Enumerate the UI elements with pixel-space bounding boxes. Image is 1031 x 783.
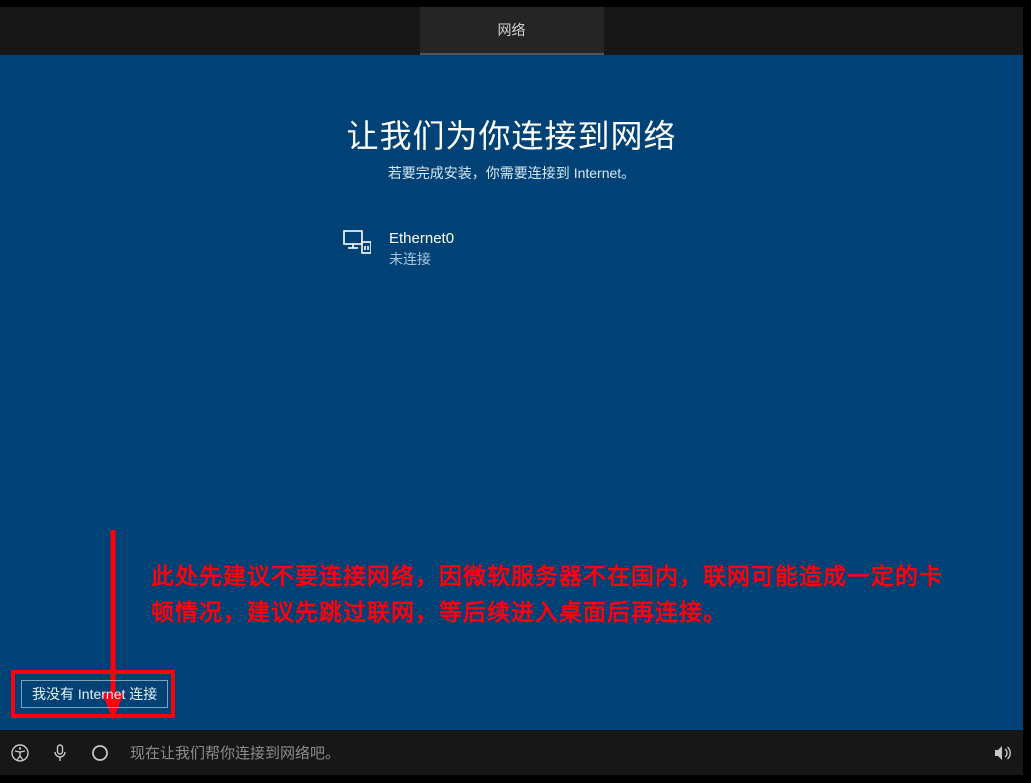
- bottom-bar-right: [983, 730, 1023, 775]
- page-subtitle: 若要完成安装，你需要连接到 Internet。: [0, 163, 1023, 183]
- main-panel: 让我们为你连接到网络 若要完成安装，你需要连接到 Internet。 Ether…: [0, 55, 1023, 730]
- page-title: 让我们为你连接到网络: [0, 111, 1023, 157]
- bottom-bar-text: 现在让我们帮你连接到网络吧。: [130, 742, 340, 763]
- network-item-ethernet0[interactable]: Ethernet0 未连接: [343, 230, 454, 269]
- tab-label: 网络: [498, 20, 526, 40]
- network-item-text: Ethernet0 未连接: [389, 230, 454, 269]
- oobe-screen: 网络 让我们为你连接到网络 若要完成安装，你需要连接到 Internet。 Et…: [0, 0, 1031, 783]
- tab-network[interactable]: 网络: [420, 7, 604, 55]
- bottom-bar: 现在让我们帮你连接到网络吧。: [0, 730, 1023, 775]
- volume-icon[interactable]: [983, 730, 1023, 775]
- network-status: 未连接: [389, 249, 454, 269]
- ethernet-icon: [343, 230, 371, 259]
- skip-internet-button[interactable]: 我没有 Internet 连接: [21, 680, 168, 708]
- microphone-icon[interactable]: [40, 730, 80, 775]
- ease-of-access-icon[interactable]: [0, 730, 40, 775]
- network-name: Ethernet0: [389, 230, 454, 247]
- cortana-icon[interactable]: [80, 730, 120, 775]
- annotation-text: 此处先建议不要连接网络，因微软服务器不在国内，联网可能造成一定的卡顿情况，建议先…: [151, 559, 963, 630]
- skip-internet-label: 我没有 Internet 连接: [32, 684, 157, 704]
- top-bar: 网络: [0, 7, 1023, 55]
